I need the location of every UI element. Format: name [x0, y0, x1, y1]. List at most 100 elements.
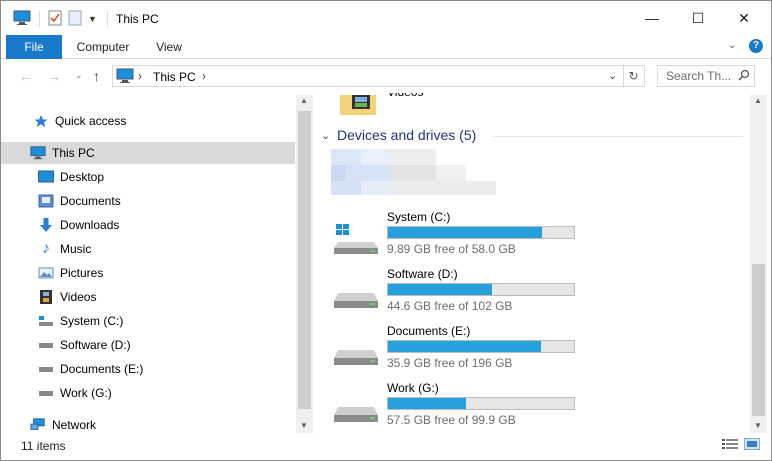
drive-usage-bar [387, 340, 575, 353]
nav-item-videos[interactable]: Videos [1, 286, 295, 308]
forward-arrow-icon[interactable]: → [47, 68, 61, 84]
ribbon-tabs: File Computer View ⌄ ? [1, 35, 771, 59]
status-item-count: 11 items [21, 439, 66, 453]
drive-usage-fill [388, 398, 467, 409]
nav-item-work-g[interactable]: Work (G:) [1, 382, 295, 404]
drive-free-space: 35.9 GB free of 196 GB [387, 356, 513, 370]
drive-name: System (C:) [387, 210, 451, 224]
expand-ribbon-chevron-icon[interactable]: ⌄ [728, 40, 736, 51]
tab-computer[interactable]: Computer [69, 35, 137, 59]
large-icons-view-icon[interactable] [743, 437, 761, 453]
nav-label: Quick access [55, 114, 127, 128]
drive-usage-fill [388, 227, 543, 238]
nav-label: Desktop [60, 170, 105, 184]
customize-toolbar-chevron-icon[interactable]: ▼ [88, 14, 97, 24]
drive-icon [38, 385, 54, 401]
drive-tile-system-c[interactable]: System (C:) 9.89 GB free of 58.0 GB [334, 210, 594, 262]
pictures-icon [38, 265, 54, 281]
nav-label: System (C:) [60, 314, 124, 328]
details-view-icon[interactable] [722, 438, 738, 453]
nav-item-pictures[interactable]: Pictures [1, 262, 295, 284]
drive-free-space: 44.6 GB free of 102 GB [387, 299, 513, 313]
section-title[interactable]: Devices and drives (5) [337, 127, 476, 143]
nav-item-documents[interactable]: Documents [1, 190, 295, 212]
close-button[interactable]: ✕ [721, 1, 767, 35]
address-computer-icon [116, 68, 134, 87]
drive-name: Software (D:) [387, 267, 458, 281]
nav-item-system-c[interactable]: System (C:) [1, 310, 295, 332]
nav-label: Videos [60, 290, 97, 304]
network-icon [30, 417, 46, 433]
new-folder-icon[interactable] [68, 10, 82, 29]
title-divider [107, 11, 108, 27]
navigation-pane-scrollbar-thumb[interactable] [298, 111, 311, 409]
nav-item-music[interactable]: ♪ Music [1, 238, 295, 260]
nav-label: Documents [60, 194, 121, 208]
drive-usage-bar [387, 283, 575, 296]
tab-file[interactable]: File [6, 35, 62, 59]
nav-item-downloads[interactable]: Downloads [1, 214, 295, 236]
nav-label: Music [60, 242, 92, 256]
drive-usage-bar [387, 226, 575, 239]
maximize-button[interactable]: ☐ [675, 1, 721, 35]
properties-icon[interactable] [48, 10, 62, 29]
window-title: This PC [116, 12, 159, 26]
drive-tile-work-g[interactable]: Work (G:) 57.5 GB free of 99.9 GB [334, 381, 594, 433]
title-bar: ▼ This PC — ☐ ✕ [1, 1, 771, 35]
nav-item-desktop[interactable]: Desktop [1, 166, 295, 188]
music-note-icon: ♪ [42, 240, 50, 257]
drive-icon [334, 338, 380, 368]
refresh-icon: ↻ [628, 69, 639, 83]
documents-icon [38, 193, 54, 209]
tab-view[interactable]: View [147, 35, 191, 59]
back-arrow-icon[interactable]: ← [19, 68, 33, 84]
film-icon [38, 289, 54, 305]
download-arrow-icon [38, 217, 54, 233]
drive-usage-fill [388, 284, 493, 295]
nav-label: This PC [52, 146, 95, 160]
drive-tile-software-d[interactable]: Software (D:) 44.6 GB free of 102 GB [334, 267, 594, 319]
drive-icon [334, 395, 380, 425]
search-icon [738, 69, 750, 84]
view-switcher [722, 437, 761, 453]
address-dropdown-chevron-icon[interactable]: ⌄ [608, 69, 617, 82]
up-arrow-icon[interactable]: ↑ [93, 68, 100, 84]
navigation-pane: Quick access This PC Desktop Documents D… [1, 95, 295, 433]
minimize-button[interactable]: — [629, 1, 675, 35]
computer-icon[interactable] [13, 10, 31, 29]
drive-free-space: 57.5 GB free of 99.9 GB [387, 413, 516, 427]
system-drive-icon [38, 313, 54, 329]
search-placeholder: Search Th... [666, 69, 732, 83]
desktop-icon [38, 169, 54, 185]
scroll-up-arrow-icon[interactable]: ▲ [300, 96, 308, 105]
recent-locations-chevron-icon[interactable]: ⌄ [75, 70, 83, 81]
drive-icon [38, 361, 54, 377]
drive-usage-fill [388, 341, 541, 352]
search-input[interactable]: Search Th... [657, 65, 755, 87]
scroll-down-arrow-icon[interactable]: ▼ [300, 421, 308, 430]
videos-folder-icon[interactable] [340, 95, 380, 120]
drive-tile-documents-e[interactable]: Documents (E:) 35.9 GB free of 196 GB [334, 324, 594, 376]
nav-item-network[interactable]: Network [1, 414, 295, 436]
refresh-button[interactable]: ↻ [623, 65, 645, 87]
nav-item-quick-access[interactable]: Quick access [1, 110, 295, 132]
breadcrumb-separator-icon[interactable]: › [202, 69, 206, 83]
drive-free-space: 9.89 GB free of 58.0 GB [387, 242, 516, 256]
breadcrumb-separator-icon[interactable]: › [138, 69, 142, 83]
nav-item-software-d[interactable]: Software (D:) [1, 334, 295, 356]
nav-label: Pictures [60, 266, 104, 280]
breadcrumb-this-pc[interactable]: This PC [153, 70, 196, 84]
nav-item-documents-e[interactable]: Documents (E:) [1, 358, 295, 380]
scroll-up-arrow-icon[interactable]: ▲ [754, 96, 762, 105]
content-pane-scrollbar-thumb[interactable] [752, 264, 765, 416]
scroll-down-arrow-icon[interactable]: ▼ [754, 421, 762, 430]
nav-item-this-pc[interactable]: This PC [1, 142, 295, 164]
address-bar[interactable]: › This PC › ⌄ [112, 65, 624, 87]
nav-label: Work (G:) [60, 386, 112, 400]
computer-icon [30, 145, 46, 161]
explorer-window: ▼ This PC — ☐ ✕ File Computer View ⌄ ? ←… [0, 0, 772, 461]
drive-icon [38, 337, 54, 353]
help-icon[interactable]: ? [749, 39, 763, 53]
drive-name: Work (G:) [387, 381, 439, 395]
section-collapse-chevron-icon[interactable]: ⌄ [321, 129, 330, 142]
